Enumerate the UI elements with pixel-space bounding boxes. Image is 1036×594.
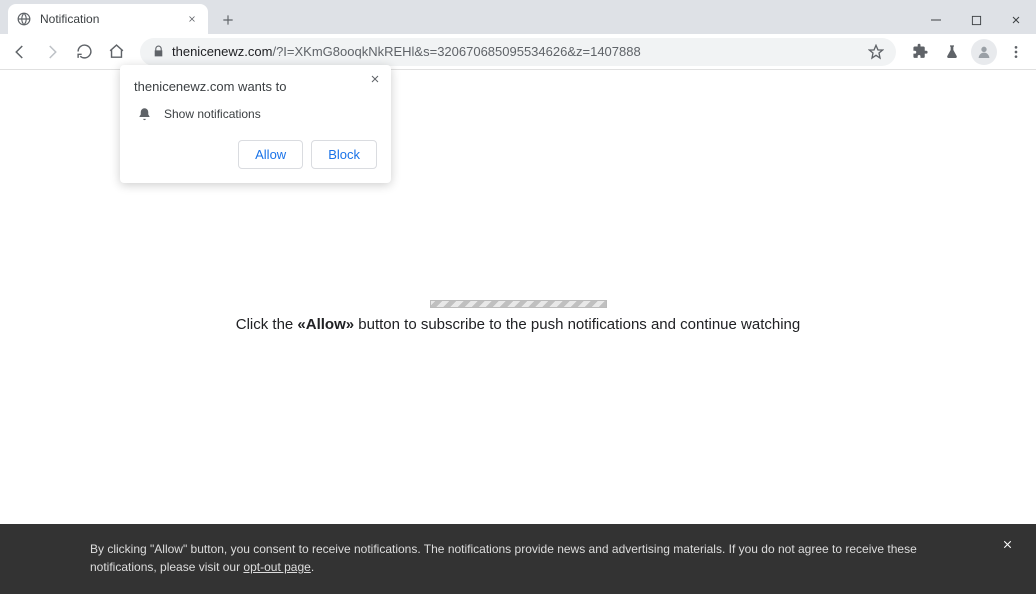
titlebar: Notification [0, 0, 1036, 34]
progress-bar [430, 300, 607, 308]
profile-button[interactable] [970, 38, 998, 66]
instruction-pre: Click the [236, 316, 298, 333]
address-bar[interactable]: thenicenewz.com/?I=XKmG8ooqkNkREHl&s=320… [140, 38, 896, 66]
url-path: /?I=XKmG8ooqkNkREHl&s=320670685095534626… [272, 44, 640, 59]
block-button[interactable]: Block [311, 140, 377, 169]
bell-icon [136, 106, 152, 122]
lock-icon [150, 44, 166, 60]
new-tab-button[interactable] [214, 6, 242, 34]
instruction-text: Click the «Allow» button to subscribe to… [236, 316, 801, 333]
browser-tab[interactable]: Notification [8, 4, 208, 34]
avatar-icon [971, 39, 997, 65]
minimize-button[interactable] [916, 6, 956, 34]
menu-button[interactable] [1002, 38, 1030, 66]
forward-button[interactable] [38, 38, 66, 66]
footer-close-icon[interactable] [1001, 538, 1014, 551]
footer-message: By clicking "Allow" button, you consent … [90, 542, 917, 574]
consent-footer: By clicking "Allow" button, you consent … [0, 524, 1036, 594]
reload-button[interactable] [70, 38, 98, 66]
maximize-button[interactable] [956, 6, 996, 34]
url-host: thenicenewz.com [172, 44, 272, 59]
home-button[interactable] [102, 38, 130, 66]
permission-buttons: Allow Block [134, 140, 377, 169]
labs-icon[interactable] [938, 38, 966, 66]
tab-title: Notification [40, 12, 176, 26]
globe-icon [16, 11, 32, 27]
opt-out-link[interactable]: opt-out page [243, 560, 310, 574]
extensions-icon[interactable] [906, 38, 934, 66]
instruction-bold: «Allow» [297, 316, 354, 333]
footer-dot: . [311, 560, 314, 574]
window-controls [916, 6, 1036, 34]
permission-description-row: Show notifications [134, 106, 377, 122]
tab-close-icon[interactable] [184, 11, 200, 27]
permission-description: Show notifications [164, 107, 261, 121]
bookmark-icon[interactable] [866, 42, 886, 62]
close-icon[interactable] [369, 73, 381, 85]
footer-text: By clicking "Allow" button, you consent … [20, 540, 1016, 576]
close-window-button[interactable] [996, 6, 1036, 34]
permission-origin: thenicenewz.com wants to [134, 79, 377, 94]
allow-button[interactable]: Allow [238, 140, 303, 169]
permission-popup: thenicenewz.com wants to Show notificati… [120, 65, 391, 183]
instruction-post: button to subscribe to the push notifica… [354, 316, 800, 333]
back-button[interactable] [6, 38, 34, 66]
url-text: thenicenewz.com/?I=XKmG8ooqkNkREHl&s=320… [172, 44, 860, 59]
